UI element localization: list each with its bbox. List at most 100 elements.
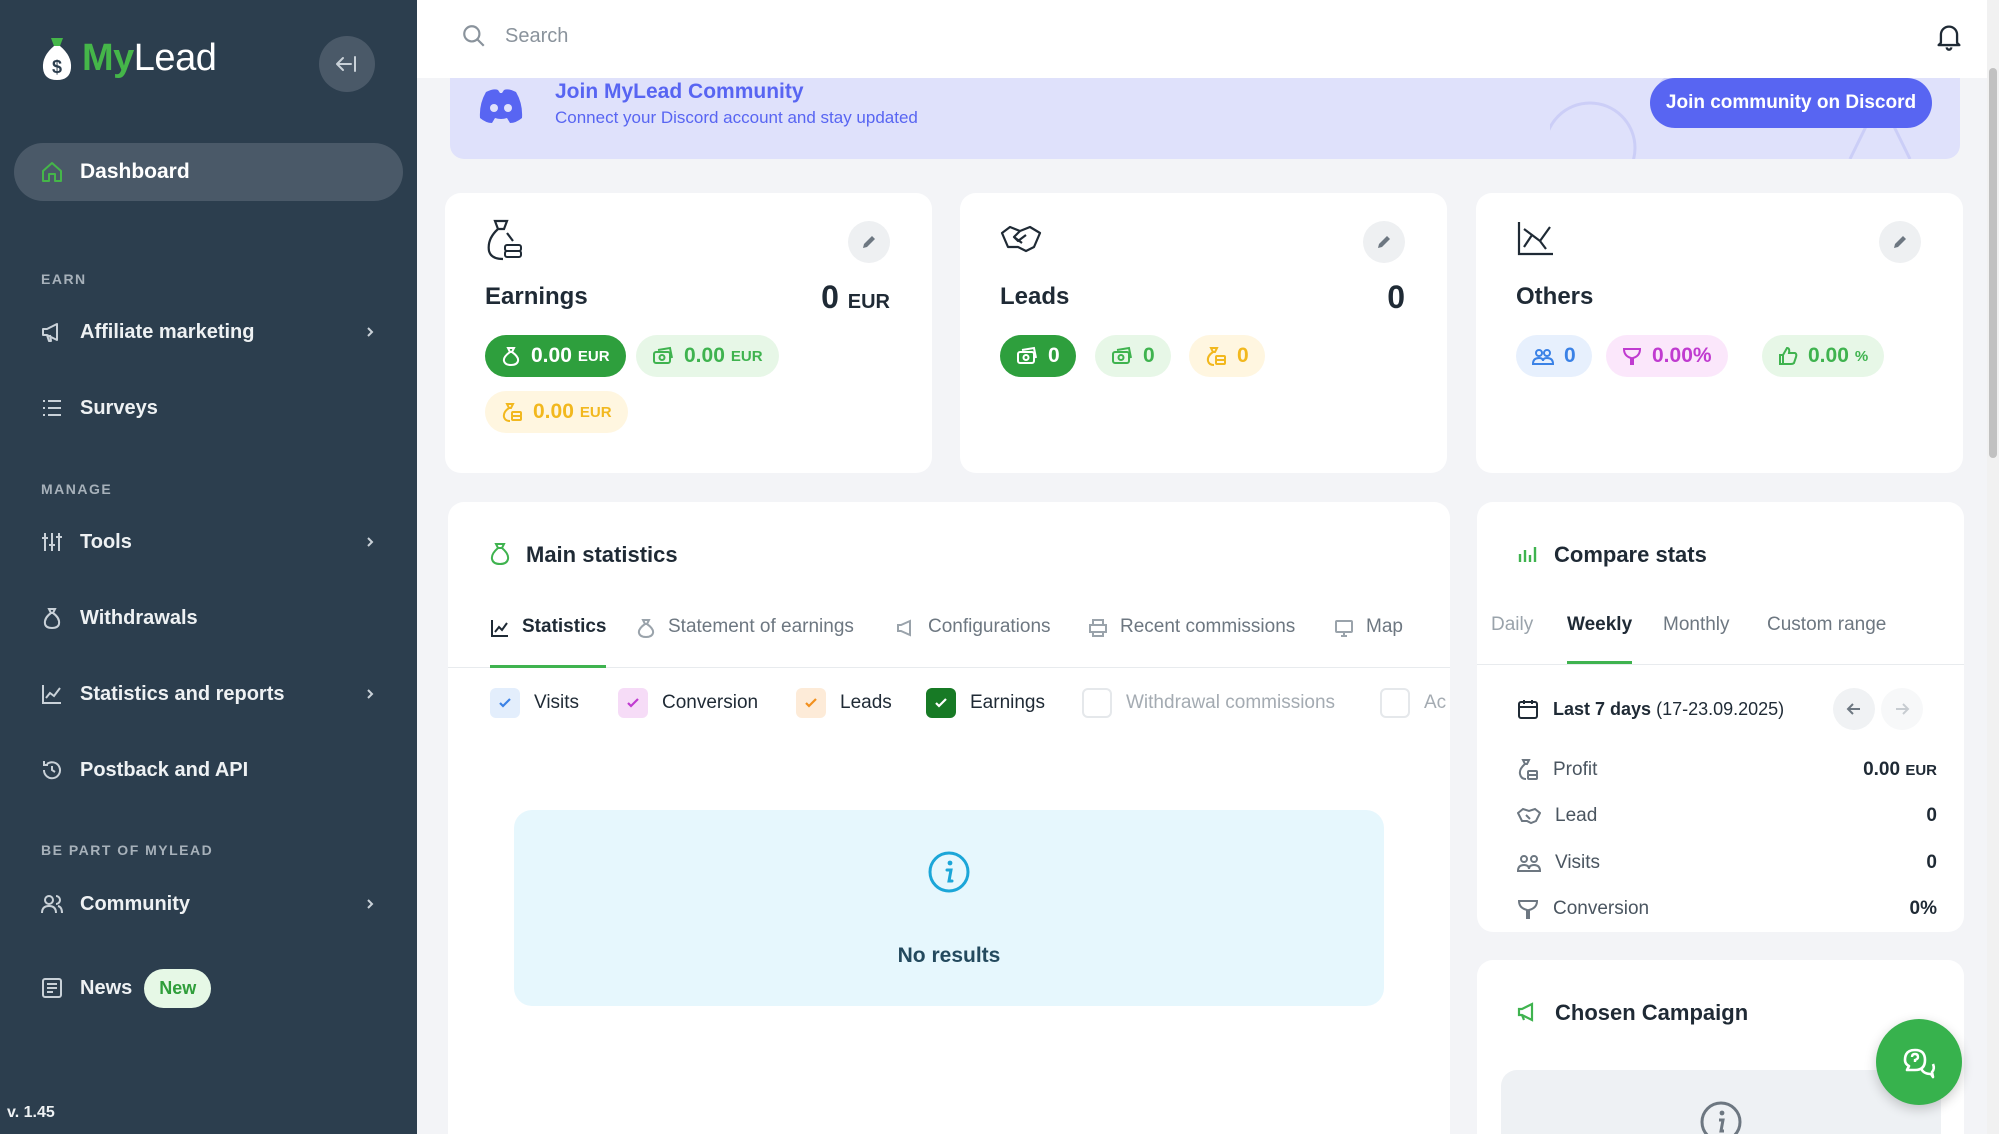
edit-earnings-button[interactable]	[848, 221, 890, 263]
row-value: 0%	[1909, 898, 1937, 919]
logo-lead: Lead	[133, 36, 217, 79]
sidebar-item-label: Dashboard	[80, 160, 190, 183]
previous-period-button[interactable]	[1833, 688, 1875, 730]
svg-text:$: $	[52, 57, 62, 77]
pencil-icon	[1894, 236, 1906, 248]
sidebar-item-postback-and-api[interactable]: Postback and API	[40, 750, 380, 790]
tab-label: Configurations	[928, 616, 1051, 637]
checkbox-withdrawal-commissions[interactable]: Withdrawal commissions	[1082, 688, 1335, 718]
sidebar-item-community[interactable]: Community	[40, 884, 380, 924]
sidebar-item-statistics-and-reports[interactable]: Statistics and reports	[40, 674, 380, 714]
checkbox-earnings[interactable]: Earnings	[926, 688, 1045, 718]
discord-title: Join MyLead Community	[555, 80, 804, 103]
leads-pill-cash-light: 0	[1095, 335, 1171, 377]
pill-value: 0.00	[1652, 344, 1693, 367]
sidebar: $ MyLead Dashboard EARN Affiliate market…	[0, 0, 417, 1134]
sidebar-item-affiliate-marketing[interactable]: Affiliate marketing	[40, 312, 380, 352]
tab-label: Statistics	[522, 616, 607, 637]
bell-icon[interactable]	[1935, 22, 1963, 52]
others-title: Others	[1516, 283, 1594, 310]
leads-title: Leads	[1000, 283, 1070, 310]
pill-value: 0	[1237, 344, 1249, 367]
home-icon	[42, 162, 62, 182]
chart-analytics-icon	[1517, 222, 1553, 256]
checkbox-ac[interactable]: Ac	[1380, 688, 1450, 718]
sidebar-item-label: Community	[80, 892, 190, 915]
compare-row-visits: Visits 0	[1517, 852, 1937, 874]
arrow-left-icon	[1846, 703, 1860, 715]
sidebar-item-withdrawals[interactable]: Withdrawals	[40, 598, 380, 638]
checkbox-empty	[1380, 688, 1410, 718]
scrollbar[interactable]	[1987, 0, 1999, 1134]
history-icon	[42, 761, 61, 780]
logo[interactable]: $ MyLead	[40, 34, 217, 82]
sidebar-item-label: Affiliate marketing	[80, 320, 255, 343]
sidebar-item-label: Statistics and reports	[80, 682, 285, 705]
pill-unit: EUR	[579, 403, 612, 421]
tab-recent-commissions[interactable]: Recent commissions	[1088, 616, 1295, 668]
edit-leads-button[interactable]	[1363, 221, 1405, 263]
new-badge: New	[144, 968, 212, 1008]
tab-divider	[1477, 664, 1964, 665]
next-period-button[interactable]	[1881, 688, 1923, 730]
megaphone-icon	[1517, 1002, 1534, 1022]
collapse-sidebar-button[interactable]	[319, 36, 375, 92]
support-chat-button[interactable]	[1876, 1019, 1962, 1105]
tab-monthly[interactable]: Monthly	[1663, 614, 1730, 664]
discord-banner: Join MyLead Community Connect your Disco…	[450, 78, 1960, 159]
cash-icon	[653, 346, 673, 364]
sidebar-item-surveys[interactable]: Surveys	[40, 388, 380, 428]
discord-icon	[479, 89, 523, 123]
tab-statistics[interactable]: Statistics	[490, 616, 607, 668]
row-label: Conversion	[1553, 898, 1650, 919]
profit-unit: EUR	[1905, 762, 1937, 779]
sidebar-item-news[interactable]: News New	[40, 968, 380, 1008]
scrollbar-thumb[interactable]	[1989, 68, 1997, 458]
checkbox-leads[interactable]: Leads	[796, 688, 892, 718]
compare-row-conversion: Conversion 0%	[1517, 898, 1937, 920]
tab-custom-range[interactable]: Custom range	[1767, 614, 1886, 664]
compare-row-profit: Profit 0.00 EUR	[1517, 758, 1937, 782]
pill-value: 0.00	[533, 400, 574, 423]
checkbox-label: Leads	[840, 692, 892, 713]
search-input[interactable]	[505, 18, 1205, 54]
section-label-earn: EARN	[41, 271, 87, 287]
thumbs-up-icon	[1779, 346, 1798, 365]
checkbox-visits[interactable]: Visits	[490, 688, 579, 718]
list-icon	[43, 400, 61, 416]
megaphone-icon	[42, 323, 58, 342]
sidebar-item-dashboard[interactable]: Dashboard	[14, 143, 403, 201]
sidebar-item-label: Withdrawals	[80, 606, 198, 629]
money-bag-icon	[502, 347, 520, 366]
checkbox-conversion[interactable]: Conversion	[618, 688, 758, 718]
others-card: Others 0 0.00% 0.00%	[1476, 193, 1963, 473]
pill-unit: %	[1854, 347, 1869, 365]
pill-value: 0.00	[1808, 344, 1849, 367]
check-icon	[490, 688, 520, 718]
tab-weekly[interactable]: Weekly	[1567, 614, 1633, 664]
row-label: Lead	[1555, 805, 1598, 826]
compare-stats-title: Compare stats	[1554, 542, 1707, 567]
topbar	[417, 0, 1987, 78]
handshake-icon	[1000, 225, 1042, 253]
tab-daily[interactable]: Daily	[1491, 614, 1533, 664]
discord-subtitle: Connect your Discord account and stay up…	[555, 108, 918, 127]
pill-value: 0.00	[684, 344, 725, 367]
checkbox-label: Earnings	[970, 692, 1045, 713]
tab-label: Map	[1366, 616, 1403, 637]
range-label: Last 7 days	[1553, 698, 1652, 719]
chevron-right-icon	[367, 327, 374, 337]
sidebar-item-tools[interactable]: Tools	[40, 522, 380, 562]
sidebar-item-label: Postback and API	[80, 758, 249, 781]
earnings-card: Earnings 0 EUR 0.00 EUR 0.00 EUR 0.00 EUR	[445, 193, 932, 473]
edit-others-button[interactable]	[1879, 221, 1921, 263]
money-bag-coins-icon	[487, 219, 522, 261]
join-discord-button[interactable]: Join community on Discord	[1650, 78, 1932, 128]
tab-map[interactable]: Map	[1334, 616, 1403, 668]
chart-icon	[42, 685, 61, 704]
no-results-box: No results	[514, 810, 1384, 1006]
sidebar-item-label: Surveys	[80, 396, 158, 419]
tab-statement-of-earnings[interactable]: Statement of earnings	[636, 616, 854, 668]
chevron-right-icon	[367, 689, 374, 699]
tab-configurations[interactable]: Configurations	[896, 616, 1051, 668]
